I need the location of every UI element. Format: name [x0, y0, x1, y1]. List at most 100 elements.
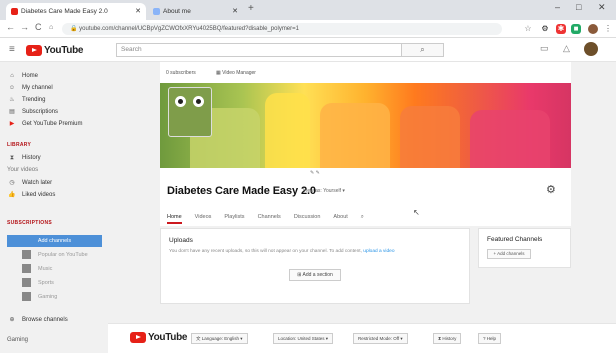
youtube-play-icon	[26, 44, 42, 56]
video-manager-link[interactable]: ▦ Video Manager	[216, 70, 256, 76]
sidebar-item-gaming[interactable]: Gaming	[7, 337, 28, 343]
tab-home[interactable]: Home	[167, 212, 182, 224]
page-favicon-icon	[153, 8, 160, 15]
channel-settings-gear-icon[interactable]: ⚙	[546, 183, 556, 196]
upload-video-link[interactable]: upload a video	[363, 249, 394, 254]
close-tab-icon[interactable]: ✕	[135, 3, 141, 20]
hamburger-menu-icon[interactable]: ≡	[9, 44, 15, 55]
youtube-favicon-icon	[11, 8, 18, 15]
add-channels-button[interactable]: Add channels	[7, 235, 102, 247]
library-heading: LIBRARY	[7, 142, 32, 148]
tab-discussion[interactable]: Discussion	[294, 212, 321, 224]
uploads-message: You don't have any recent uploads, so th…	[169, 249, 395, 254]
lock-icon: 🔒	[70, 26, 80, 32]
close-tab-icon[interactable]: ✕	[232, 3, 238, 20]
flame-icon: ♨	[9, 97, 15, 103]
maximize-icon[interactable]: □	[576, 2, 581, 12]
channel-thumbnail	[22, 278, 31, 287]
plus-circle-icon: ⊕	[9, 317, 15, 323]
sidebar-subscription-item[interactable]: Music	[22, 264, 52, 273]
history-button[interactable]: ⧗ History	[433, 333, 462, 344]
address-bar-row: ← → C ⌂ 🔒 youtube.com/channel/UCBpVgZCWO…	[0, 20, 616, 38]
search-button[interactable]: ⌕	[402, 43, 444, 57]
channel-tabs: Home Videos Playlists Channels Discussio…	[167, 212, 377, 224]
sidebar: ⌂ Home ☺ My channel ♨ Trending ▤ Subscriptio…	[0, 62, 108, 353]
add-featured-channels-button[interactable]: + Add channels	[487, 249, 531, 259]
search-input[interactable]: Search	[116, 43, 402, 57]
channel-search-icon[interactable]: ⌕	[361, 212, 364, 224]
location-button[interactable]: Location: United States ▾	[273, 333, 334, 344]
view-as-dropdown[interactable]: View as: Yourself ▾	[303, 188, 345, 194]
sidebar-subscription-item[interactable]: Sports	[22, 278, 54, 287]
search-icon: ⌕	[420, 45, 425, 54]
sidebar-item-watch-later[interactable]: ◷ Watch later	[8, 178, 52, 188]
tab-playlists[interactable]: Playlists	[224, 212, 244, 224]
featured-channels-panel: Featured Channels + Add channels	[478, 228, 571, 268]
channel-name: Diabetes Care Made Easy 2.0	[167, 185, 316, 197]
channel-thumbnail	[22, 250, 31, 259]
thumbs-up-icon: 👍	[8, 192, 16, 198]
subscriptions-icon: ▤	[9, 109, 15, 115]
help-button[interactable]: ? Help	[478, 333, 502, 344]
sidebar-item-home[interactable]: ⌂ Home	[8, 71, 38, 81]
sidebar-subscription-item[interactable]: Gaming	[22, 292, 57, 301]
youtube-footer: YouTube 文 Language: English ▾ Location: …	[108, 323, 616, 353]
profile-icon[interactable]	[588, 24, 598, 34]
footer-youtube-logo[interactable]: YouTube	[130, 332, 188, 343]
subscriptions-heading: SUBSCRIPTIONS	[7, 220, 53, 226]
sidebar-item-your-videos[interactable]: Your videos	[7, 167, 38, 173]
tab-title: Diabetes Care Made Easy 2.0	[21, 8, 108, 15]
sidebar-item-history[interactable]: ⧗ History	[8, 153, 41, 163]
url-field[interactable]: 🔒 youtube.com/channel/UCBpVgZCWOfxXRYu40…	[62, 23, 502, 35]
youtube-logo[interactable]: YouTube	[26, 44, 84, 56]
browser-tab-strip: Diabetes Care Made Easy 2.0 ✕ About me ✕…	[0, 0, 616, 20]
restricted-mode-button[interactable]: Restricted Mode: Off ▾	[353, 333, 408, 344]
hourglass-icon: ⧗	[9, 155, 15, 161]
sidebar-item-liked-videos[interactable]: 👍 Liked videos	[8, 190, 55, 200]
extension-green-icon[interactable]: ■	[571, 24, 581, 34]
youtube-header: ≡ YouTube Search ⌕ ▭ △	[0, 38, 616, 62]
channel-avatar[interactable]	[168, 87, 212, 137]
menu-dots-icon[interactable]: ⋮	[603, 24, 613, 34]
mouse-cursor-icon: ↖	[413, 208, 420, 217]
home-browser-icon[interactable]: ⌂	[49, 24, 53, 31]
sidebar-subscription-item[interactable]: Popular on YouTube	[22, 250, 88, 259]
bookmark-star-icon[interactable]: ☆	[523, 24, 533, 34]
tab-title: About me	[163, 8, 191, 15]
language-button[interactable]: 文 Language: English ▾	[191, 333, 248, 344]
browser-tab-inactive[interactable]: About me ✕	[148, 3, 243, 20]
scrollbar[interactable]	[606, 62, 616, 323]
tab-about[interactable]: About	[333, 212, 347, 224]
forward-icon[interactable]: →	[20, 22, 29, 32]
add-section-button[interactable]: ⊞ Add a section	[289, 269, 341, 281]
sidebar-item-subscriptions[interactable]: ▤ Subscriptions	[8, 107, 58, 117]
youtube-play-icon	[130, 332, 146, 343]
close-window-icon[interactable]: ✕	[598, 2, 606, 13]
channel-main: 0 subscribers ▦ Video Manager ✎ ✎ Diabet…	[160, 62, 571, 338]
banner-edit-icon[interactable]: ✎ ✎	[310, 170, 320, 176]
uploads-section: Uploads You don't have any recent upload…	[160, 228, 470, 304]
tab-videos[interactable]: Videos	[195, 212, 212, 224]
channel-thumbnail	[22, 292, 31, 301]
back-icon[interactable]: ←	[6, 22, 15, 32]
channel-thumbnail	[22, 264, 31, 273]
subscriber-count: 0 subscribers	[166, 70, 196, 76]
avatar[interactable]	[584, 42, 598, 56]
reload-icon[interactable]: C	[35, 22, 42, 32]
sidebar-item-browse-channels[interactable]: ⊕ Browse channels	[8, 315, 67, 325]
sidebar-item-trending[interactable]: ♨ Trending	[8, 95, 45, 105]
minimize-icon[interactable]: –	[555, 2, 560, 12]
uploads-title: Uploads	[169, 237, 193, 244]
channel-banner	[160, 83, 571, 168]
tab-channels[interactable]: Channels	[258, 212, 281, 224]
new-tab-icon[interactable]: +	[248, 3, 254, 14]
person-icon: ☺	[8, 85, 16, 91]
browser-tab-active[interactable]: Diabetes Care Made Easy 2.0 ✕	[6, 3, 146, 20]
sidebar-item-my-channel[interactable]: ☺ My channel	[8, 83, 53, 93]
sidebar-item-premium[interactable]: ▶ Get YouTube Premium	[8, 119, 83, 129]
extension-icon[interactable]: ⚙	[540, 24, 550, 34]
extension-red-icon[interactable]: ✱	[556, 24, 566, 34]
notifications-bell-icon[interactable]: △	[563, 43, 570, 54]
clock-icon: ◷	[9, 180, 15, 186]
upload-icon[interactable]: ▭	[540, 43, 549, 54]
